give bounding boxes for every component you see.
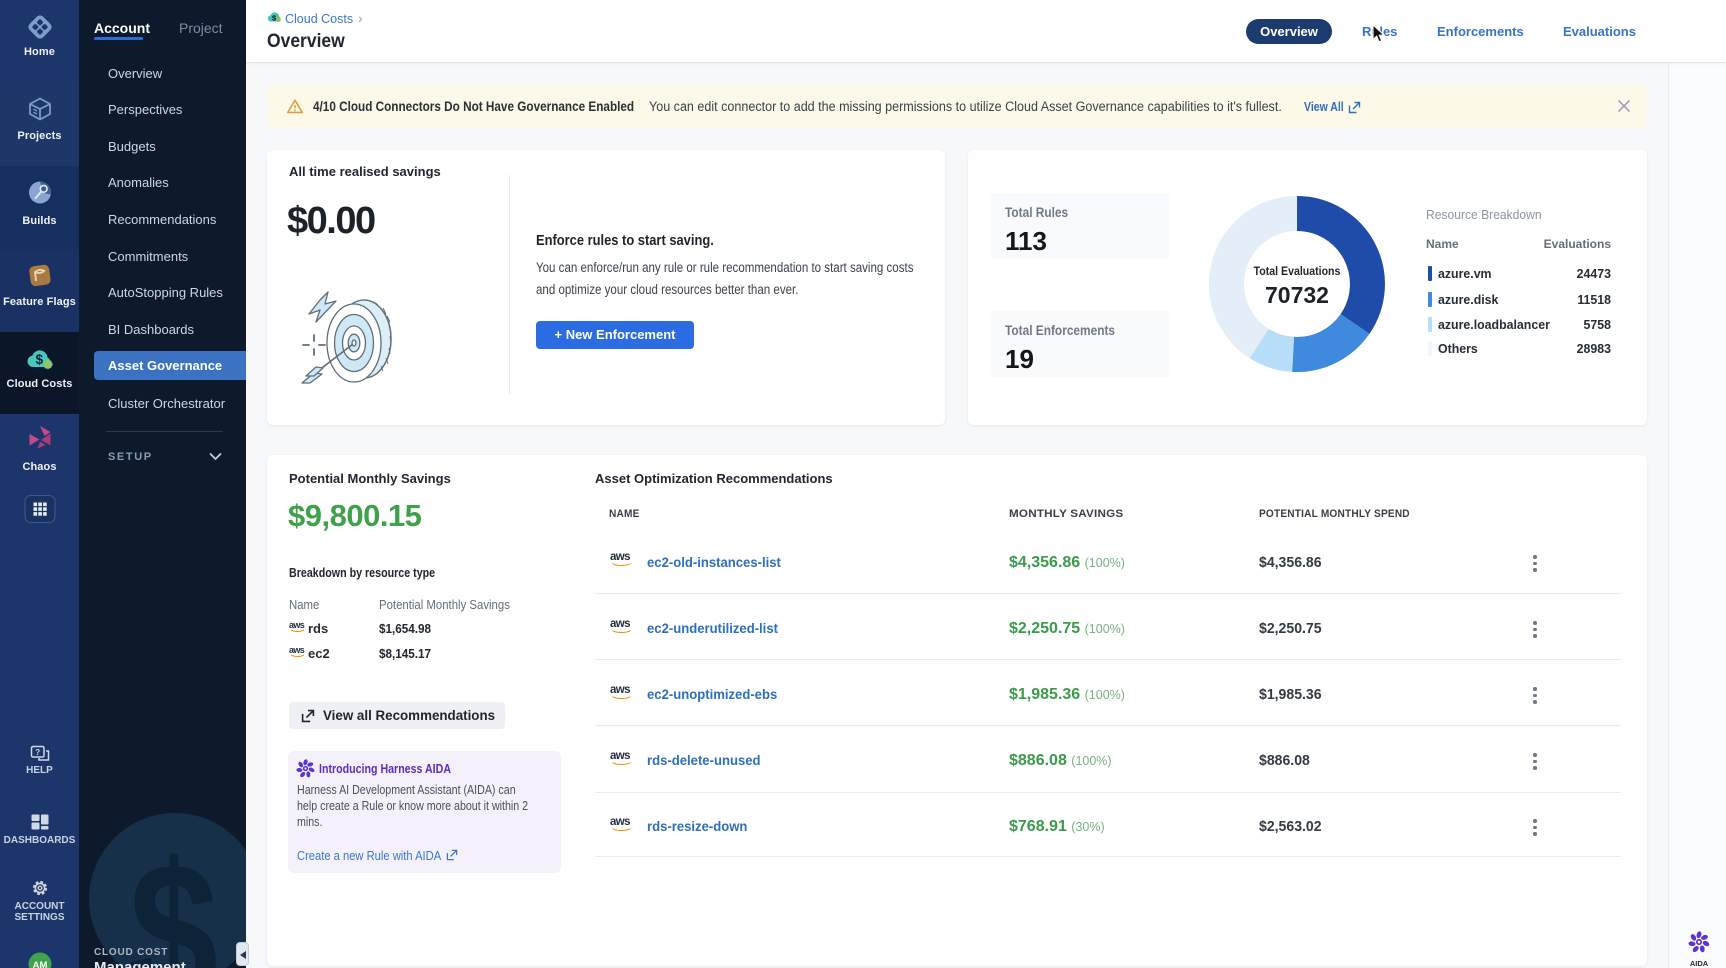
svg-text:?: ? <box>35 748 40 757</box>
svg-text:AM: AM <box>32 960 47 968</box>
svg-text:$: $ <box>35 352 43 367</box>
